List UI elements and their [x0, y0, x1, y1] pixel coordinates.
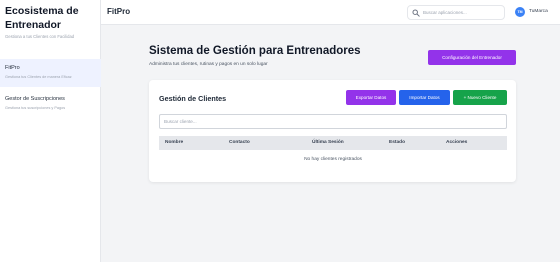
column-header-ultima-sesion: Última Sesión — [312, 140, 344, 145]
brand-title[interactable]: FitPro — [107, 7, 130, 16]
column-header-estado: Estado — [389, 140, 405, 145]
sidebar-item-label: FitPro — [5, 65, 20, 71]
user-name[interactable]: TuMarca — [529, 9, 548, 14]
sidebar-subtitle: Gestiona a tus Clientes con Facilidad — [5, 34, 75, 39]
import-data-button[interactable]: Importar Datos — [399, 90, 450, 105]
trainer-config-button[interactable]: Configuración del Entrenador — [428, 50, 516, 65]
avatar[interactable]: TM — [515, 7, 525, 17]
sidebar-item-label: Gestor de Suscripciones — [5, 96, 65, 102]
sidebar-item-description: Gestiona tus Clientes de manera Eficaz — [5, 75, 72, 79]
export-data-button[interactable]: Exportar Datos — [346, 90, 396, 105]
top-bar: FitPro TM TuMarca — [101, 0, 560, 25]
column-header-acciones: Acciones — [446, 140, 468, 145]
table-header: Nombre Contacto Última Sesión Estado Acc… — [159, 136, 507, 150]
column-header-contacto: Contacto — [229, 140, 250, 145]
page-subtitle: Administra tus clientes, rutinas y pagos… — [149, 62, 268, 67]
sidebar-item-fitpro[interactable]: FitPro Gestiona tus Clientes de manera E… — [0, 59, 101, 87]
sidebar-item-suscripciones[interactable]: Gestor de Suscripciones Gestiona tus sus… — [0, 90, 101, 118]
empty-table-message: No hay clientes registrados — [304, 157, 362, 162]
sidebar-title: Ecosistema de Entrenador — [5, 5, 79, 31]
client-search-input[interactable] — [159, 114, 507, 129]
app-search — [407, 5, 505, 20]
sidebar-item-description: Gestiona tus suscripciones y Pagos — [5, 106, 66, 110]
clients-card-title: Gestión de Clientes — [159, 94, 227, 103]
page-title: Sistema de Gestión para Entrenadores — [149, 45, 361, 57]
search-icon — [412, 9, 420, 17]
sidebar: Ecosistema de Entrenador Gestiona a tus … — [0, 0, 101, 262]
search-input[interactable] — [423, 7, 503, 18]
new-client-button[interactable]: + Nuevo Cliente — [453, 90, 507, 105]
column-header-nombre: Nombre — [165, 140, 184, 145]
clients-card: Gestión de Clientes Exportar Datos Impor… — [149, 80, 516, 182]
